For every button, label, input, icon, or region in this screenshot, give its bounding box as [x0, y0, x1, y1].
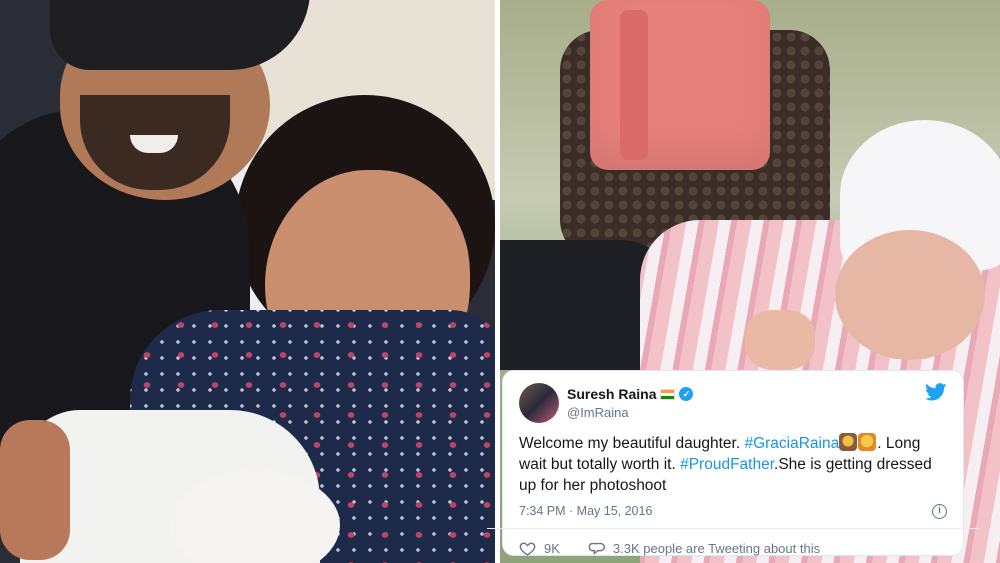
pink-bag [590, 0, 770, 170]
tweet-meta: 7:34 PM · May 15, 2016 i [519, 504, 947, 522]
tweet-text-part: Welcome my beautiful daughter. [519, 435, 745, 452]
author-name[interactable]: Suresh Raina [567, 386, 656, 402]
hashtag-proud-father[interactable]: #ProudFather [680, 456, 774, 473]
tweet-separator [487, 528, 979, 529]
twitter-bird-icon[interactable] [925, 383, 947, 401]
baby-fist [745, 310, 815, 370]
tweet-actions: 9K 3.3K people are Tweeting about this [519, 540, 947, 557]
bag-strap [620, 10, 648, 160]
like-button[interactable]: 9K [519, 540, 560, 557]
tweeting-about-text: 3.3K people are Tweeting about this [612, 541, 821, 556]
baby-emoji-icon [858, 433, 877, 451]
author-line: Suresh Raina ✓ [567, 386, 694, 402]
baby-face [835, 230, 985, 360]
author-handle[interactable]: @ImRaina [567, 405, 629, 420]
india-flag-icon [660, 388, 676, 400]
tweet-timestamp[interactable]: 7:34 PM · May 15, 2016 [519, 504, 652, 518]
left-photo-parents [0, 0, 495, 563]
like-count: 9K [544, 541, 560, 556]
hashtag-gracia-raina[interactable]: #GraciaRaina [744, 435, 839, 452]
info-icon[interactable]: i [932, 504, 947, 519]
heart-icon [519, 542, 536, 556]
author-avatar[interactable] [519, 383, 559, 423]
mother-hand [0, 420, 70, 560]
tweet-card[interactable]: Suresh Raina ✓ @ImRaina Welcome my beaut… [487, 370, 979, 557]
tweet-text: Welcome my beautiful daughter. #GraciaRa… [519, 433, 947, 496]
tweet-header: Suresh Raina ✓ @ImRaina [519, 383, 947, 423]
verified-badge-icon: ✓ [679, 387, 694, 401]
monkey-emoji-icon [839, 433, 858, 451]
tweeting-about-link[interactable]: 3.3K people are Tweeting about this [588, 540, 820, 557]
speech-bubble-icon [588, 542, 605, 555]
